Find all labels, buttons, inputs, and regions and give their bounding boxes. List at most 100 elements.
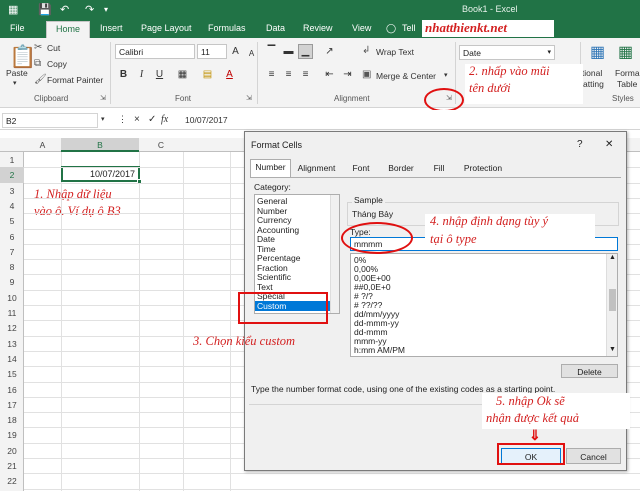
font-color-button[interactable]: A [222,67,237,82]
code-list-scrollbar[interactable]: ▲ ▼ [606,254,617,356]
tab-home[interactable]: Home [46,21,91,38]
align-middle-icon[interactable]: ▬ [281,44,296,59]
clipboard-launcher-icon[interactable]: ⇲ [100,94,106,102]
name-box[interactable]: B2 [2,113,98,128]
cut-icon[interactable]: ✂ [34,42,42,53]
cut-button[interactable]: Cut [47,43,60,53]
dialog-close-button[interactable]: ✕ [605,139,613,150]
align-left-icon[interactable]: ≡ [264,67,279,82]
font-size-select[interactable]: 11 [197,44,227,59]
align-center-icon[interactable]: ≡ [281,67,296,82]
delete-button[interactable]: Delete [561,364,618,378]
tab-file[interactable]: File [10,23,25,33]
row-header-20[interactable]: 20 [0,446,24,456]
underline-button[interactable]: U [152,67,167,82]
grow-font-button[interactable]: A [228,44,243,59]
tab-number[interactable]: Number [250,159,291,177]
wrap-text-icon[interactable]: ↲ [362,45,370,56]
row-header-18[interactable]: 18 [0,415,24,425]
customize-quick-access-icon[interactable]: ▾ [104,5,108,14]
row-header-16[interactable]: 16 [0,385,24,395]
tab-formulas[interactable]: Formulas [208,23,246,33]
row-header-2[interactable]: 2 [0,167,24,183]
increase-indent-icon[interactable]: ⇥ [340,67,355,82]
merge-center-icon[interactable]: ▣ [362,69,371,80]
row-header-17[interactable]: 17 [0,400,24,410]
category-scientific[interactable]: Scientific [257,272,291,282]
tab-data[interactable]: Data [266,23,285,33]
merge-center-button[interactable]: Merge & Center [376,71,436,81]
number-format-select[interactable]: Date ▾ [459,45,555,60]
row-header-19[interactable]: 19 [0,430,24,440]
bold-button[interactable]: B [116,67,131,82]
orientation-icon[interactable]: ↗ [322,44,337,59]
tab-border[interactable]: Border [382,161,420,177]
font-name-select[interactable]: Calibri [115,44,195,59]
tab-view[interactable]: View [352,23,371,33]
format-painter-button[interactable]: Format Painter [47,75,103,85]
paste-icon[interactable]: 📋 [9,44,36,70]
row-header-15[interactable]: 15 [0,369,24,379]
row-header-22[interactable]: 22 [0,476,24,486]
column-header-b[interactable]: B [61,138,139,152]
cell-b2[interactable]: 10/07/2017 [61,166,140,182]
paste-button[interactable]: Paste [6,68,28,78]
format-as-table-icon[interactable]: ▦ [618,42,633,62]
category-date[interactable]: Date [257,234,275,244]
conditional-formatting-icon[interactable]: ▦ [590,42,605,62]
row-header-6[interactable]: 6 [0,232,24,242]
row-header-12[interactable]: 12 [0,323,24,333]
row-header-7[interactable]: 7 [0,247,24,257]
merge-dropdown-icon[interactable]: ▾ [444,71,448,79]
row-header-21[interactable]: 21 [0,461,24,471]
copy-button[interactable]: Copy [47,59,67,69]
cancel-entry-button[interactable]: × [134,114,140,125]
row-header-5[interactable]: 5 [0,216,24,226]
column-header-a[interactable]: A [24,140,61,150]
category-scrollbar[interactable] [330,195,339,313]
name-box-dropdown-icon[interactable]: ▾ [101,115,105,123]
conditional-formatting-button[interactable]: itional [580,68,602,78]
tab-protection[interactable]: Protection [457,161,509,177]
paste-dropdown-icon[interactable]: ▾ [13,79,17,87]
font-launcher-icon[interactable]: ⇲ [246,94,252,102]
align-top-icon[interactable]: ▔ [264,44,279,59]
tab-review[interactable]: Review [303,23,333,33]
column-header-c[interactable]: C [139,140,183,150]
formula-input[interactable]: 10/07/2017 [185,115,228,125]
tell-me-box[interactable]: Tell [402,23,416,33]
insert-function-button[interactable]: fx [161,114,168,125]
wrap-text-button[interactable]: Wrap Text [376,47,414,57]
italic-button[interactable]: I [134,67,149,82]
decrease-indent-icon[interactable]: ⇤ [322,67,337,82]
scroll-thumb[interactable] [609,289,616,311]
format-code-list[interactable]: 0% 0,00% 0,00E+00 ##0,0E+0 # ?/? # ??/??… [350,253,618,357]
row-header-14[interactable]: 14 [0,354,24,364]
redo-icon[interactable]: ↷ [85,3,94,16]
scroll-up-icon[interactable]: ▲ [609,254,616,261]
dialog-help-button[interactable]: ? [577,139,583,150]
enter-entry-button[interactable]: ✓ [148,114,156,125]
format-as-table-button[interactable]: Forma [615,68,640,78]
align-right-icon[interactable]: ≡ [298,67,313,82]
format-code-item[interactable]: h:mm AM/PM [354,345,405,355]
tab-fill[interactable]: Fill [425,161,453,177]
row-header-8[interactable]: 8 [0,262,24,272]
tab-page-layout[interactable]: Page Layout [141,23,192,33]
tab-alignment[interactable]: Alignment [292,161,341,177]
row-header-4[interactable]: 4 [0,201,24,211]
tab-font[interactable]: Font [345,161,377,177]
category-general[interactable]: General [257,196,287,206]
category-percentage[interactable]: Percentage [257,253,300,263]
tab-insert[interactable]: Insert [100,23,123,33]
scroll-down-icon[interactable]: ▼ [609,346,616,353]
row-header-1[interactable]: 1 [0,155,24,165]
fill-color-icon[interactable]: ▤ [200,67,215,82]
undo-icon[interactable]: ↶ [60,3,69,16]
copy-icon[interactable]: ⧉ [34,58,41,69]
row-header-13[interactable]: 13 [0,339,24,349]
row-header-3[interactable]: 3 [0,186,24,196]
row-header-10[interactable]: 10 [0,293,24,303]
align-bottom-icon[interactable]: ▁ [298,44,313,59]
borders-icon[interactable]: ▦ [175,67,190,82]
